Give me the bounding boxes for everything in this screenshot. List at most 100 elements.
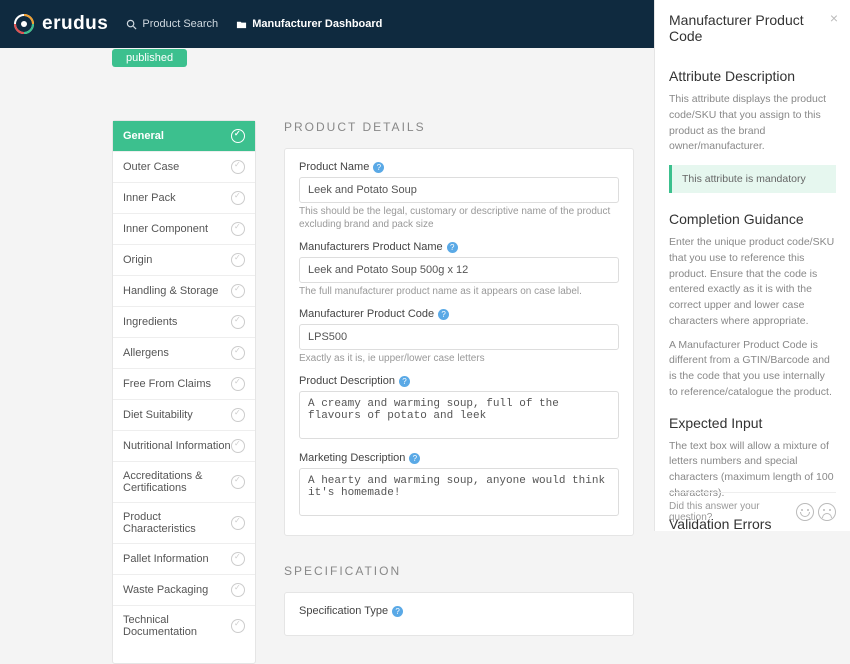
check-icon	[231, 346, 245, 360]
attribute-description-text: This attribute displays the product code…	[669, 92, 836, 155]
sidebar-item-origin[interactable]: Origin	[113, 245, 255, 276]
check-icon	[231, 129, 245, 143]
sidebar-item-inner-pack[interactable]: Inner Pack	[113, 183, 255, 214]
input-manufacturer-product-code[interactable]	[299, 324, 619, 350]
section-sidebar: General Outer Case Inner Pack Inner Comp…	[112, 120, 256, 664]
sidebar-item-label: Free From Claims	[123, 378, 211, 390]
check-icon	[231, 284, 245, 298]
sidebar-item-general[interactable]: General	[113, 121, 255, 152]
sidebar-item-label: Inner Component	[123, 223, 208, 235]
help-panel-title: Manufacturer Product Code	[669, 12, 836, 44]
sidebar-item-allergens[interactable]: Allergens	[113, 338, 255, 369]
sidebar-item-label: Pallet Information	[123, 553, 209, 565]
sidebar-item-ingredients[interactable]: Ingredients	[113, 307, 255, 338]
search-icon	[126, 19, 137, 30]
status-badge: published	[112, 49, 187, 67]
completion-guidance-text-2: A Manufacturer Product Code is different…	[669, 338, 836, 401]
sidebar-item-label: Product Characteristics	[123, 511, 231, 535]
nav-manufacturer-dashboard[interactable]: Manufacturer Dashboard	[236, 18, 382, 30]
check-icon	[231, 619, 245, 633]
section-title-specification: SPECIFICATION	[284, 564, 634, 578]
product-details-block: Product Name? This should be the legal, …	[284, 148, 634, 536]
check-icon	[231, 583, 245, 597]
hint-product-name: This should be the legal, customary or d…	[299, 205, 619, 231]
feedback-faces	[796, 503, 836, 521]
label-product-description: Product Description?	[299, 375, 619, 387]
nav-product-search[interactable]: Product Search	[126, 18, 218, 30]
label-specification-type: Specification Type?	[299, 605, 619, 617]
sidebar-item-label: Technical Documentation	[123, 614, 231, 638]
nav-product-search-label: Product Search	[142, 18, 218, 30]
sidebar-item-label: Ingredients	[123, 316, 177, 328]
sidebar-item-outer-case[interactable]: Outer Case	[113, 152, 255, 183]
hint-manufacturer-product-name: The full manufacturer product name as it…	[299, 285, 619, 298]
hint-manufacturer-product-code: Exactly as it is, ie upper/lower case le…	[299, 352, 619, 365]
brand-name: erudus	[42, 13, 108, 35]
help-icon[interactable]: ?	[392, 606, 403, 617]
help-icon[interactable]: ?	[438, 309, 449, 320]
input-product-description[interactable]	[299, 391, 619, 439]
check-icon	[231, 475, 245, 489]
label-product-name: Product Name?	[299, 161, 619, 173]
check-icon	[231, 408, 245, 422]
check-icon	[231, 222, 245, 236]
sidebar-item-label: Nutritional Information	[123, 440, 231, 452]
folder-icon	[236, 19, 247, 30]
sidebar-item-free-from-claims[interactable]: Free From Claims	[113, 369, 255, 400]
sidebar-item-technical-documentation[interactable]: Technical Documentation	[113, 606, 255, 646]
check-icon	[231, 377, 245, 391]
sidebar-item-label: Diet Suitability	[123, 409, 193, 421]
help-icon[interactable]: ?	[399, 376, 410, 387]
feedback-bar: Did this answer your question?	[669, 492, 836, 523]
sidebar-item-accreditations[interactable]: Accreditations & Certifications	[113, 462, 255, 503]
happy-face-icon[interactable]	[796, 503, 814, 521]
sad-face-icon[interactable]	[818, 503, 836, 521]
sidebar-item-label: Outer Case	[123, 161, 179, 173]
brand-logo[interactable]: erudus	[14, 13, 108, 35]
sidebar-item-inner-component[interactable]: Inner Component	[113, 214, 255, 245]
check-icon	[231, 315, 245, 329]
input-marketing-description[interactable]	[299, 468, 619, 516]
sidebar-item-nutritional-information[interactable]: Nutritional Information	[113, 431, 255, 462]
mandatory-notice: This attribute is mandatory	[669, 165, 836, 193]
help-icon[interactable]: ?	[409, 453, 420, 464]
sidebar-item-label: Allergens	[123, 347, 169, 359]
feedback-question: Did this answer your question?	[669, 501, 796, 523]
sidebar-item-label: Inner Pack	[123, 192, 176, 204]
sidebar-item-label: Origin	[123, 254, 152, 266]
sidebar-item-product-characteristics[interactable]: Product Characteristics	[113, 503, 255, 544]
sidebar-item-label: Accreditations & Certifications	[123, 470, 231, 494]
erudus-mark-icon	[14, 14, 34, 34]
help-icon[interactable]: ?	[373, 162, 384, 173]
label-manufacturer-product-name: Manufacturers Product Name?	[299, 241, 619, 253]
specification-block: Specification Type?	[284, 592, 634, 636]
check-icon	[231, 439, 245, 453]
sidebar-item-handling-storage[interactable]: Handling & Storage	[113, 276, 255, 307]
sidebar-item-label: General	[123, 130, 164, 142]
sidebar-item-diet-suitability[interactable]: Diet Suitability	[113, 400, 255, 431]
content-column: PRODUCT DETAILS Product Name? This shoul…	[284, 120, 634, 664]
close-icon[interactable]: ×	[830, 10, 838, 26]
help-panel: × Manufacturer Product Code Attribute De…	[654, 0, 850, 531]
sidebar-item-waste-packaging[interactable]: Waste Packaging	[113, 575, 255, 606]
completion-guidance-text-1: Enter the unique product code/SKU that y…	[669, 235, 836, 330]
nav-manufacturer-dashboard-label: Manufacturer Dashboard	[252, 18, 382, 30]
completion-guidance-heading: Completion Guidance	[669, 211, 836, 227]
help-icon[interactable]: ?	[447, 242, 458, 253]
check-icon	[231, 516, 245, 530]
sidebar-item-label: Handling & Storage	[123, 285, 218, 297]
check-icon	[231, 552, 245, 566]
section-title-product-details: PRODUCT DETAILS	[284, 120, 634, 134]
input-product-name[interactable]	[299, 177, 619, 203]
check-icon	[231, 191, 245, 205]
label-manufacturer-product-code: Manufacturer Product Code?	[299, 308, 619, 320]
sidebar-item-pallet-information[interactable]: Pallet Information	[113, 544, 255, 575]
check-icon	[231, 160, 245, 174]
top-nav: Product Search Manufacturer Dashboard	[126, 18, 382, 30]
check-icon	[231, 253, 245, 267]
sidebar-item-label: Waste Packaging	[123, 584, 208, 596]
label-marketing-description: Marketing Description?	[299, 452, 619, 464]
expected-input-heading: Expected Input	[669, 415, 836, 431]
input-manufacturer-product-name[interactable]	[299, 257, 619, 283]
attribute-description-heading: Attribute Description	[669, 68, 836, 84]
